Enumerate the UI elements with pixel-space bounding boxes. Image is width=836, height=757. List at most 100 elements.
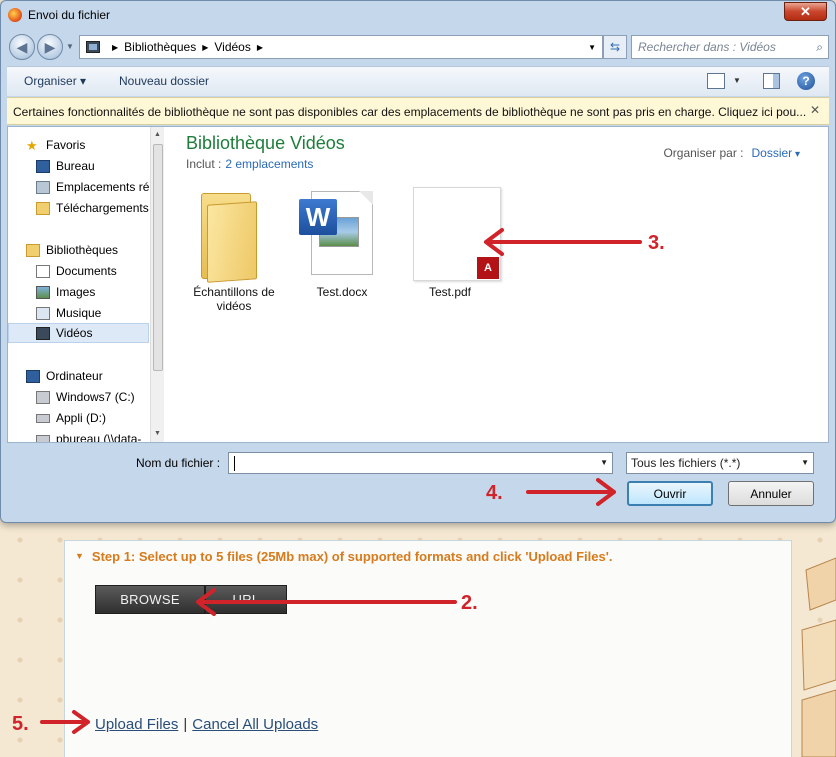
library-includes: Inclut :2 emplacements	[186, 157, 313, 171]
nav-videos[interactable]: Vidéos	[8, 323, 149, 343]
open-button[interactable]: Ouvrir	[627, 481, 713, 506]
scrollbar-thumb[interactable]	[153, 144, 163, 371]
upload-files-link[interactable]: Upload Files	[95, 716, 178, 733]
nav-telechargements[interactable]: Téléchargements	[36, 198, 149, 218]
network-drive-icon	[36, 434, 50, 442]
file-list-pane: Bibliothèque Vidéos Inclut :2 emplacemen…	[164, 127, 828, 442]
nav-label: Musique	[56, 306, 102, 320]
file-name: Test.docx	[316, 285, 368, 299]
new-folder-button[interactable]: Nouveau dossier	[119, 74, 209, 88]
filename-input[interactable]: ▼	[228, 452, 613, 474]
includes-label: Inclut :	[186, 157, 222, 171]
decorative-tabs	[801, 557, 836, 757]
file-item-folder[interactable]: Échantillons de vidéos	[184, 187, 284, 313]
nav-pbureau-network-drive[interactable]: pbureau (\\data-	[36, 429, 141, 442]
nav-label: Bureau	[56, 159, 95, 173]
locations-link[interactable]: 2 emplacements	[225, 157, 313, 171]
nav-label: Windows7 (C:)	[56, 390, 135, 404]
breadcrumb-chevron-icon[interactable]: ▶	[257, 43, 263, 52]
music-icon	[36, 306, 50, 320]
annotation-3: 3.	[648, 232, 665, 254]
arrange-by: Organiser par : Dossier	[663, 146, 800, 160]
url-button[interactable]: URL	[205, 585, 287, 614]
nav-appli-drive[interactable]: Appli (D:)	[36, 408, 106, 428]
organiser-menu[interactable]: Organiser ▾	[24, 74, 86, 88]
videos-icon	[36, 326, 50, 340]
help-icon[interactable]: ?	[797, 72, 815, 90]
annotation-4: 4.	[486, 482, 503, 504]
forward-button[interactable]: ▶	[37, 34, 63, 60]
breadcrumb-videos[interactable]: Vidéos	[214, 40, 250, 54]
nav-documents[interactable]: Documents	[36, 261, 117, 281]
nav-windows7-drive[interactable]: Windows7 (C:)	[36, 387, 135, 407]
filename-dropdown-icon[interactable]: ▼	[600, 458, 608, 467]
address-field[interactable]: ▶ Bibliothèques ▶ Vidéos ▶ ▼	[79, 35, 603, 59]
folder-icon	[189, 187, 279, 283]
desktop-icon	[36, 159, 50, 173]
recent-locations-dropdown-icon[interactable]: ▼	[66, 42, 74, 51]
command-toolbar: Organiser ▾ Nouveau dossier ▼ ?	[7, 66, 829, 96]
change-view-icon[interactable]	[707, 73, 725, 89]
nav-label: Vidéos	[56, 326, 93, 340]
info-bar-close-icon[interactable]: ✕	[810, 103, 820, 117]
file-open-dialog: Envoi du fichier ✕ ◀ ▶ ▼ ▶ Bibliothèques…	[0, 0, 836, 523]
scroll-up-icon[interactable]: ▲	[154, 131, 161, 138]
view-dropdown-icon[interactable]: ▼	[733, 76, 741, 85]
cancel-button[interactable]: Annuler	[728, 481, 814, 506]
word-document-icon: W	[297, 187, 387, 283]
chevron-down-icon: ▾	[80, 74, 87, 88]
browser-body: ★ Favoris Bureau Emplacements ré Téléchar…	[7, 126, 829, 443]
navigation-scrollbar[interactable]: ▲ ▼	[150, 127, 164, 442]
search-icon[interactable]: ⌕	[816, 40, 823, 55]
close-button[interactable]: ✕	[784, 2, 827, 21]
search-placeholder: Rechercher dans : Vidéos	[638, 40, 776, 54]
breadcrumb-chevron-icon[interactable]: ▶	[112, 43, 118, 52]
link-separator: |	[183, 716, 188, 733]
cancel-all-uploads-link[interactable]: Cancel All Uploads	[192, 716, 318, 733]
file-name: Échantillons de vidéos	[193, 285, 275, 313]
star-icon: ★	[26, 137, 38, 153]
step-title-text: Step 1: Select up to 5 files (25Mb max) …	[91, 549, 613, 564]
file-type-select[interactable]: Tous les fichiers (*.*) ▼	[626, 452, 814, 474]
file-item-docx[interactable]: W Test.docx	[292, 187, 392, 299]
preview-pane-icon[interactable]	[763, 73, 780, 89]
nav-bibliotheques[interactable]: Bibliothèques	[26, 240, 118, 260]
text-caret	[234, 456, 235, 471]
recent-places-icon	[36, 180, 50, 194]
nav-images[interactable]: Images	[36, 282, 95, 302]
file-item-pdf[interactable]: A Test.pdf	[400, 187, 501, 299]
library-title: Bibliothèque Vidéos	[186, 133, 345, 153]
nav-label: Appli (D:)	[56, 411, 107, 425]
breadcrumb-chevron-icon[interactable]: ▶	[202, 43, 208, 52]
address-dropdown-icon[interactable]: ▼	[588, 43, 596, 52]
collapse-triangle-icon[interactable]: ▼	[75, 551, 84, 561]
nav-label: Favoris	[46, 138, 86, 152]
upload-panel: ▼ Step 1: Select up to 5 files (25Mb max)…	[64, 540, 792, 757]
dialog-title: Envoi du fichier	[28, 8, 111, 22]
system-drive-icon	[36, 390, 50, 404]
scroll-down-icon[interactable]: ▼	[154, 430, 161, 437]
nav-label: Emplacements ré	[56, 180, 150, 194]
breadcrumb-bibliotheques[interactable]: Bibliothèques	[124, 40, 196, 54]
back-button[interactable]: ◀	[9, 34, 35, 60]
nav-musique[interactable]: Musique	[36, 303, 101, 323]
file-type-value: Tous les fichiers (*.*)	[631, 456, 741, 470]
dialog-titlebar[interactable]: Envoi du fichier ✕	[1, 1, 835, 30]
info-bar-text: Certaines fonctionnalités de bibliothèqu…	[13, 105, 807, 119]
nav-emplacements-recents[interactable]: Emplacements ré	[36, 177, 149, 197]
info-bar[interactable]: Certaines fonctionnalités de bibliothèqu…	[7, 97, 829, 125]
nav-favoris[interactable]: ★ Favoris	[26, 135, 85, 155]
file-name: Test.pdf	[428, 285, 472, 299]
refresh-button[interactable]: ⇆	[603, 35, 627, 59]
search-input[interactable]: Rechercher dans : Vidéos ⌕	[631, 35, 829, 59]
filename-label: Nom du fichier :	[136, 456, 221, 470]
file-type-dropdown-icon[interactable]: ▼	[801, 458, 809, 467]
video-library-icon	[86, 41, 100, 53]
documents-icon	[36, 264, 50, 278]
nav-ordinateur[interactable]: Ordinateur	[26, 366, 103, 386]
pdf-document-icon: A	[405, 187, 501, 283]
nav-bureau[interactable]: Bureau	[36, 156, 95, 176]
arrange-by-dropdown[interactable]: Dossier	[752, 146, 801, 160]
browse-button[interactable]: BROWSE	[95, 585, 205, 614]
step-title: ▼ Step 1: Select up to 5 files (25Mb max)…	[75, 549, 612, 564]
